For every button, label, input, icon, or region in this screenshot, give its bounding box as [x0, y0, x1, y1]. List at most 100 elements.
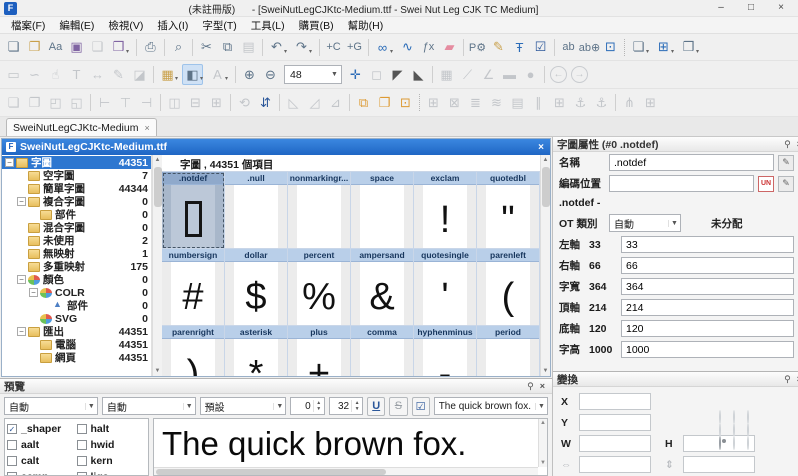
- menu-item[interactable]: 檔案(F): [4, 17, 52, 34]
- chevron-down-icon[interactable]: ▼: [535, 403, 547, 410]
- document-close-icon[interactable]: ×: [536, 142, 546, 153]
- toolbar-icon[interactable]: ⊣: [136, 92, 157, 113]
- toolbar-icon[interactable]: [419, 94, 420, 111]
- anchor-radio[interactable]: [747, 411, 761, 424]
- toolbar-icon[interactable]: T: [66, 64, 87, 85]
- toolbar-icon[interactable]: ◱: [66, 92, 87, 113]
- toolbar-icon[interactable]: ❐: [374, 92, 395, 113]
- feature-item[interactable]: halt: [77, 421, 147, 437]
- toolbar-icon[interactable]: ⋔: [619, 92, 640, 113]
- toolbar-icon[interactable]: ⊡: [395, 92, 416, 113]
- toolbar-icon[interactable]: ƒx: [418, 37, 439, 58]
- edit-pencil-icon[interactable]: ✎: [778, 155, 794, 171]
- font-size-stepper[interactable]: 32 ▲▼: [329, 397, 363, 415]
- preview-text-area[interactable]: The quick brown fox. ▲▼: [153, 418, 548, 476]
- glyph-cell[interactable]: dollar $: [225, 249, 288, 326]
- toolbar-icon[interactable]: ⌕: [168, 37, 189, 58]
- toolbar-icon[interactable]: ▦: [436, 64, 457, 85]
- toolbar-icon[interactable]: [279, 94, 280, 111]
- code-mapping-input[interactable]: [609, 175, 754, 192]
- toolbar-icon[interactable]: [624, 39, 625, 56]
- strikeout-button[interactable]: S: [389, 397, 407, 416]
- anchor-radio[interactable]: [733, 424, 747, 437]
- glyph-cell[interactable]: numbersign #: [162, 249, 225, 326]
- sample-text-select[interactable]: The quick brown fox. ▼: [434, 397, 548, 415]
- toolbar-icon[interactable]: [153, 66, 154, 83]
- anchor-radio[interactable]: [719, 411, 733, 424]
- toolbar-icon[interactable]: ▤: [238, 37, 259, 58]
- anchor-radio[interactable]: [747, 437, 761, 450]
- metric-input[interactable]: [621, 320, 794, 337]
- toolbar-icon[interactable]: ❑: [87, 37, 108, 58]
- toolbar-icon[interactable]: ab⊕: [579, 37, 600, 58]
- chevron-down-icon[interactable]: ▼: [328, 71, 341, 78]
- metric-input[interactable]: [621, 257, 794, 274]
- toolbar-icon[interactable]: ⎙: [140, 37, 161, 58]
- chevron-down-icon[interactable]: ▼: [85, 403, 97, 410]
- toolbar-icon[interactable]: ⊢: [94, 92, 115, 113]
- close-icon[interactable]: ×: [537, 381, 548, 391]
- toolbar-icon[interactable]: ⊡: [600, 37, 621, 58]
- toolbar-icon[interactable]: ⧉: [353, 92, 374, 113]
- toolbar-icon[interactable]: ▦: [157, 64, 178, 85]
- toolbar-icon[interactable]: P⚙: [467, 37, 488, 58]
- menu-item[interactable]: 檢視(V): [101, 17, 150, 34]
- metric-input[interactable]: [621, 341, 794, 358]
- metric-input[interactable]: [621, 236, 794, 253]
- scrollbar-thumb[interactable]: [542, 167, 550, 207]
- toolbar-icon[interactable]: ◧: [182, 64, 203, 85]
- y-input[interactable]: [579, 414, 651, 431]
- toolbar-icon[interactable]: ↷: [291, 37, 312, 58]
- feature-checkbox[interactable]: [77, 424, 87, 434]
- tree-item[interactable]: 簡單字圖 44344: [2, 182, 151, 195]
- toolbar-icon[interactable]: ▭: [3, 64, 24, 85]
- glyph-cell[interactable]: .null: [225, 172, 288, 249]
- feature-item[interactable]: liga: [77, 469, 147, 476]
- feature-checkbox[interactable]: [77, 456, 87, 466]
- toolbar-icon[interactable]: [349, 94, 350, 111]
- toolbar-icon[interactable]: Ŧ: [509, 37, 530, 58]
- toolbar-icon[interactable]: ❐: [24, 37, 45, 58]
- script-select[interactable]: 自動 ▼: [4, 397, 98, 415]
- menu-item[interactable]: 字型(T): [195, 17, 243, 34]
- pin-icon[interactable]: ⚲: [524, 381, 537, 392]
- toolbar-icon[interactable]: [463, 39, 464, 56]
- tree-item[interactable]: − 顏色 0: [2, 273, 151, 286]
- toolbar-icon[interactable]: ∽: [24, 64, 45, 85]
- chevron-down-icon[interactable]: ▼: [273, 403, 285, 410]
- toolbar-icon[interactable]: ⊤: [115, 92, 136, 113]
- unicode-badge-icon[interactable]: UN: [758, 176, 774, 192]
- glyph-name-input[interactable]: [609, 154, 774, 171]
- feature-checkbox[interactable]: ✓: [7, 424, 17, 434]
- glyph-cell[interactable]: asterisk *: [225, 326, 288, 376]
- toolbar-icon[interactable]: ↔: [87, 64, 108, 85]
- tree-item[interactable]: 網頁 44351: [2, 351, 151, 364]
- toolbar-icon[interactable]: ⚓: [591, 92, 612, 113]
- toolbar-icon[interactable]: [230, 94, 231, 111]
- toolbar-icon[interactable]: ∞: [372, 37, 393, 58]
- zoom-level-combobox[interactable]: 48 ▼: [284, 65, 342, 84]
- toolbar-icon[interactable]: ✎: [108, 64, 129, 85]
- feature-checkbox[interactable]: [7, 472, 17, 476]
- tree-expand-icon[interactable]: −: [17, 275, 26, 284]
- anchor-radio[interactable]: [733, 411, 747, 424]
- glyph-cell[interactable]: parenleft (: [477, 249, 540, 326]
- menu-item[interactable]: 編輯(E): [52, 17, 101, 34]
- feature-checkbox[interactable]: [77, 440, 87, 450]
- toolbar-icon[interactable]: ▣: [66, 37, 87, 58]
- toolbar-icon[interactable]: ⊕: [239, 64, 260, 85]
- language-select[interactable]: 自動 ▼: [102, 397, 196, 415]
- tree-item[interactable]: − 字圖 44351: [2, 156, 151, 169]
- glyph-cell[interactable]: period .: [477, 326, 540, 376]
- tree-item[interactable]: 電腦 44351: [2, 338, 151, 351]
- toolbar-icon[interactable]: [554, 39, 555, 56]
- feature-checkbox[interactable]: [77, 472, 87, 476]
- toolbar-icon[interactable]: [368, 39, 369, 56]
- tree-item[interactable]: 混合字圖 0: [2, 221, 151, 234]
- toolbar-icon[interactable]: ∿: [397, 37, 418, 58]
- feature-checkbox[interactable]: [7, 440, 17, 450]
- glyph-cell[interactable]: percent %: [288, 249, 351, 326]
- toolbar-icon[interactable]: ≣: [465, 92, 486, 113]
- toolbar-icon[interactable]: [615, 94, 616, 111]
- close-icon[interactable]: ×: [794, 139, 798, 149]
